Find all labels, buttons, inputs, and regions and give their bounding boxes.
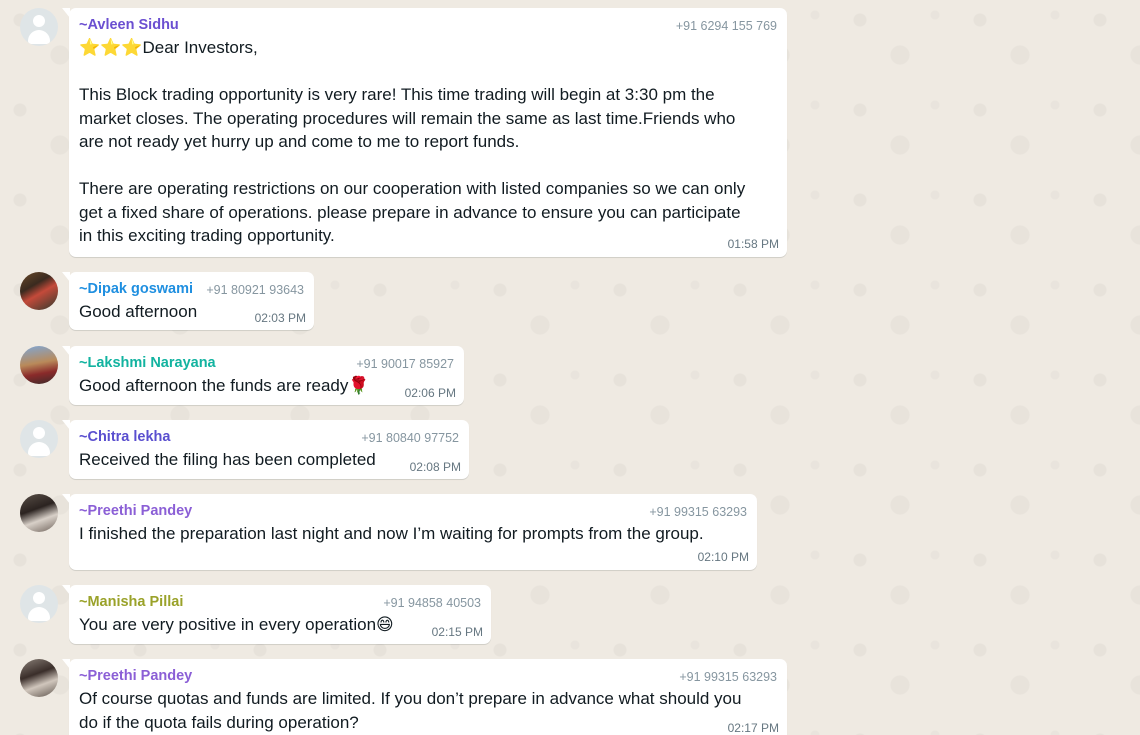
message-text: ⭐⭐⭐Dear Investors, This Block trading op… [79, 38, 746, 245]
sender-phone: +91 99315 63293 [649, 505, 747, 519]
sender-name[interactable]: ~Dipak goswami [79, 281, 193, 297]
sender-name[interactable]: ~Manisha Pillai [79, 594, 183, 610]
sender-phone: +91 94858 40503 [383, 596, 481, 610]
message-text: You are very positive in every operation… [79, 615, 394, 634]
message-text: Of course quotas and funds are limited. … [79, 689, 742, 732]
sender-phone: +91 6294 155 769 [675, 19, 777, 33]
message-bubble[interactable]: ~Dipak goswami +91 80921 93643 Good afte… [62, 272, 314, 330]
message-time: 02:03 PM [254, 311, 306, 325]
avatar[interactable] [20, 585, 58, 623]
sender-phone: +91 80921 93643 [206, 283, 304, 297]
message-bubble[interactable]: ~Avleen Sidhu +91 6294 155 769 ⭐⭐⭐Dear I… [62, 8, 787, 257]
message-time: 02:17 PM [727, 721, 779, 735]
default-avatar-icon [33, 15, 45, 27]
default-avatar-icon [33, 427, 45, 439]
message-bubble[interactable]: ~Preethi Pandey +91 99315 63293 I finish… [62, 494, 757, 570]
sender-name[interactable]: ~Chitra lekha [79, 429, 170, 445]
avatar[interactable] [20, 420, 58, 458]
sender-name[interactable]: ~Preethi Pandey [79, 503, 192, 519]
default-avatar-icon [33, 592, 45, 604]
message-time: 02:10 PM [697, 550, 749, 564]
message-time: 02:06 PM [404, 386, 456, 400]
sender-name[interactable]: ~Lakshmi Narayana [79, 355, 216, 371]
avatar[interactable] [20, 659, 58, 697]
message-bubble[interactable]: ~Manisha Pillai +91 94858 40503 You are … [62, 585, 491, 644]
sender-name[interactable]: ~Preethi Pandey [79, 668, 192, 684]
message-time: 02:15 PM [431, 625, 483, 639]
message-time: 02:08 PM [409, 460, 461, 474]
message-text: Good afternoon [79, 302, 198, 321]
message-bubble[interactable]: ~Preethi Pandey +91 99315 63293 Of cours… [62, 659, 787, 735]
sender-phone: +91 80840 97752 [361, 431, 459, 445]
message-text: Good afternoon the funds are ready🌹 [79, 376, 370, 395]
message-time: 01:58 PM [727, 237, 779, 251]
message-text: Received the filing has been completed [79, 450, 376, 469]
avatar[interactable] [20, 272, 58, 310]
sender-phone: +91 90017 85927 [356, 357, 454, 371]
sender-name[interactable]: ~Avleen Sidhu [79, 17, 179, 33]
sender-phone: +91 99315 63293 [679, 670, 777, 684]
message-bubble[interactable]: ~Chitra lekha +91 80840 97752 Received t… [62, 420, 469, 479]
avatar[interactable] [20, 346, 58, 384]
message-text: I finished the preparation last night an… [79, 524, 704, 543]
chat-message-list: ~Avleen Sidhu +91 6294 155 769 ⭐⭐⭐Dear I… [0, 0, 1140, 735]
message-bubble[interactable]: ~Lakshmi Narayana +91 90017 85927 Good a… [62, 346, 464, 405]
avatar[interactable] [20, 494, 58, 532]
avatar[interactable] [20, 8, 58, 46]
